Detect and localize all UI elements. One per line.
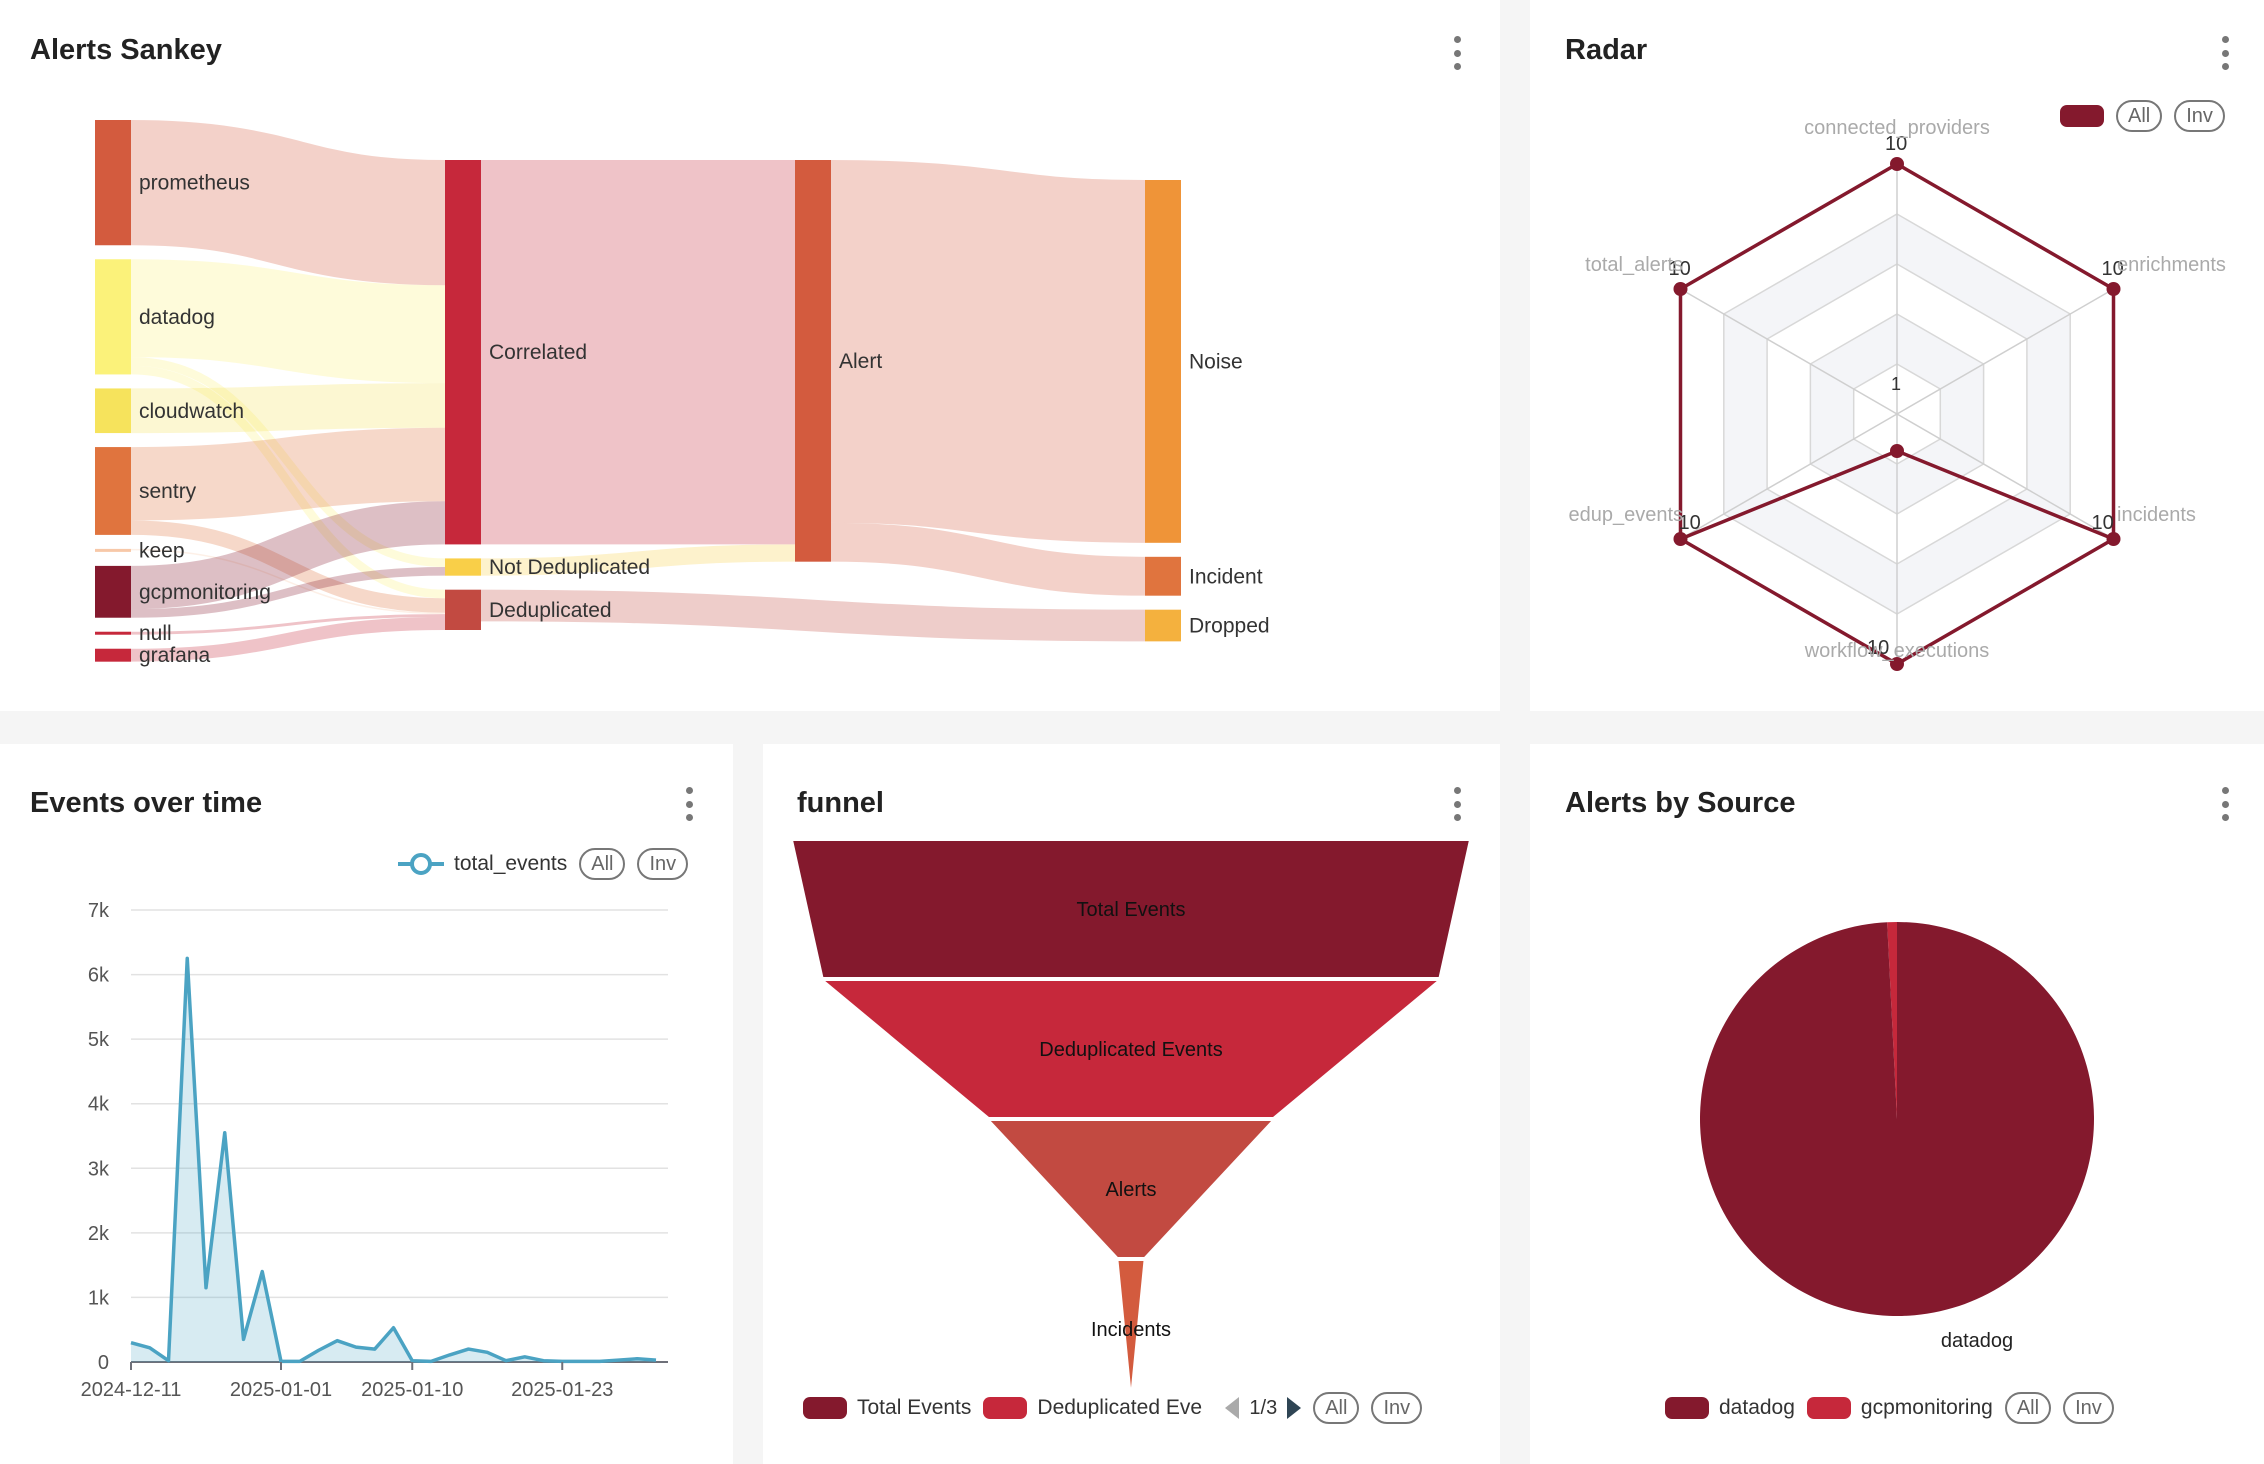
radar-indicator-label: edup_events bbox=[1568, 504, 1683, 526]
y-tick-label: 3k bbox=[88, 1158, 110, 1180]
sankey-node[interactable] bbox=[95, 565, 131, 618]
radar-indicator-label: connected_providers bbox=[1804, 117, 1990, 139]
radar-point[interactable] bbox=[1673, 282, 1688, 296]
legend-label: gcpmonitoring bbox=[1860, 1396, 1993, 1419]
radar-indicator-label: incidents bbox=[2117, 504, 2196, 526]
y-tick-label: 5k bbox=[88, 1029, 110, 1051]
funnel-stage-label: Alerts bbox=[1105, 1179, 1156, 1201]
sankey-node-label: Alert bbox=[839, 350, 882, 373]
events-line-chart: 0 1k 2k 3k 4k 5k 6k 7k 2024-12-11 2025-01-01 2025-… bbox=[81, 900, 668, 1401]
x-tick-label: 2025-01-01 bbox=[230, 1379, 332, 1401]
radar-card: Radar All Inv 10 10 10 10 10 10 1 connected_pro… bbox=[1530, 0, 2264, 711]
sankey-node[interactable] bbox=[445, 589, 481, 630]
sankey-node[interactable] bbox=[95, 447, 131, 535]
legend-swatch bbox=[983, 1397, 1028, 1419]
sankey-node-label: Incident bbox=[1189, 565, 1263, 588]
sankey-node-label: sentry bbox=[139, 480, 197, 503]
sankey-node-label: null bbox=[139, 622, 172, 645]
pie-chart: datadog bbox=[1699, 922, 2094, 1352]
sankey-node-label: Deduplicated bbox=[489, 599, 612, 622]
events-over-time-card: Events over time total_events All Inv 01… bbox=[0, 744, 733, 1464]
legend-item-deduplicated-events[interactable]: Deduplicated Events bbox=[983, 1396, 1203, 1420]
legend-label: Deduplicated Events bbox=[1037, 1396, 1203, 1419]
legend-inverse-button[interactable]: Inv bbox=[1371, 1392, 1423, 1424]
radar-chart: 1010101010101connected_providersenrichme… bbox=[1568, 117, 2226, 671]
sankey-node[interactable] bbox=[95, 548, 131, 552]
legend-swatch bbox=[1806, 1397, 1851, 1419]
sankey-link[interactable] bbox=[830, 522, 1146, 596]
area-fill bbox=[131, 958, 656, 1362]
legend-item-total-events[interactable]: Total Events bbox=[803, 1396, 971, 1420]
legend-all-button[interactable]: All bbox=[1313, 1392, 1360, 1424]
pie-slice-label: datadog bbox=[1941, 1330, 2013, 1352]
radar-indicator-label: enrichments bbox=[2117, 254, 2226, 276]
y-tick-label: 0 bbox=[98, 1352, 109, 1374]
prev-page-icon[interactable] bbox=[1225, 1397, 1240, 1419]
sankey-node[interactable] bbox=[1145, 609, 1181, 642]
sankey-node[interactable] bbox=[795, 160, 831, 562]
pager-text: 1/3 bbox=[1249, 1396, 1278, 1419]
sankey-node[interactable] bbox=[95, 388, 131, 434]
sankey-node[interactable] bbox=[1145, 180, 1181, 543]
legend-all-button[interactable]: All bbox=[2004, 1392, 2052, 1424]
funnel-stage-label: Total Events bbox=[1077, 899, 1186, 921]
y-tick-label: 7k bbox=[88, 900, 110, 922]
radar-point[interactable] bbox=[1890, 444, 1904, 458]
sankey-node-label: datadog bbox=[139, 306, 215, 329]
sankey-node[interactable] bbox=[95, 648, 131, 662]
sankey-node[interactable] bbox=[95, 631, 131, 635]
radar-point[interactable] bbox=[1890, 157, 1904, 171]
y-tick-label: 2k bbox=[88, 1223, 110, 1245]
legend-inverse-button[interactable]: Inv bbox=[2063, 1392, 2114, 1424]
funnel-legend: Total Events Deduplicated Events 1/3 All… bbox=[803, 1392, 1423, 1424]
pie-legend: datadog gcpmonitoring All Inv bbox=[1665, 1392, 2114, 1424]
legend-swatch bbox=[803, 1397, 847, 1419]
radar-indicator-label: workflow_executions bbox=[1804, 640, 1990, 662]
legend-item-datadog[interactable]: datadog bbox=[1665, 1396, 1795, 1420]
funnel-stage-label: Incidents bbox=[1091, 1319, 1171, 1341]
legend-label: datadog bbox=[1719, 1396, 1795, 1419]
y-tick-label: 1k bbox=[88, 1287, 110, 1309]
radar-point[interactable] bbox=[2106, 532, 2121, 546]
sankey-node-label: Correlated bbox=[489, 341, 587, 364]
funnel-stage-label: Deduplicated Events bbox=[1039, 1039, 1222, 1061]
sankey-node-label: Noise bbox=[1189, 350, 1243, 373]
sankey-node[interactable] bbox=[445, 160, 481, 545]
sankey-node-label: keep bbox=[139, 539, 185, 562]
radar-point[interactable] bbox=[2106, 282, 2121, 296]
sankey-node[interactable] bbox=[95, 120, 131, 246]
sankey-node-label: grafana bbox=[139, 644, 211, 667]
sankey-node-label: Not Deduplicated bbox=[489, 556, 650, 579]
y-tick-label: 4k bbox=[88, 1094, 110, 1116]
sankey-links bbox=[130, 120, 1146, 662]
sankey-node-label: prometheus bbox=[139, 172, 250, 195]
sankey-node[interactable] bbox=[445, 558, 481, 576]
legend-item-gcpmonitoring[interactable]: gcpmonitoring bbox=[1806, 1396, 1993, 1420]
sankey-node-label: cloudwatch bbox=[139, 400, 244, 423]
radar-value-label: 10 bbox=[2092, 512, 2114, 534]
sankey-node-label: gcpmonitoring bbox=[139, 581, 271, 604]
sankey-chart: prometheus datadog cloudwatch sentry keep gcp… bbox=[95, 120, 1270, 667]
radar-center-label: 1 bbox=[1891, 374, 1901, 394]
alerts-sankey-card: Alerts Sankey prometheus datadog cloudwatc… bbox=[0, 0, 1500, 711]
legend-label: Total Events bbox=[857, 1396, 972, 1419]
sankey-node[interactable] bbox=[1145, 556, 1181, 596]
radar-point[interactable] bbox=[1673, 532, 1688, 546]
legend-pager: 1/3 bbox=[1225, 1396, 1302, 1420]
x-tick-label: 2025-01-23 bbox=[511, 1379, 613, 1401]
x-tick-label: 2025-01-10 bbox=[361, 1379, 463, 1401]
funnel-card: funnel Total Events Deduplicated Events Al… bbox=[763, 744, 1500, 1464]
alerts-by-source-card: Alerts by Source datadog datadog gcpmoni… bbox=[1530, 744, 2264, 1464]
sankey-node-label: Dropped bbox=[1189, 615, 1270, 638]
next-page-icon[interactable] bbox=[1287, 1397, 1302, 1419]
funnel-chart: Total Events Deduplicated Events Alerts Inc… bbox=[790, 839, 1472, 1399]
radar-indicator-label: total_alerts bbox=[1585, 254, 1683, 276]
y-tick-label: 6k bbox=[88, 965, 110, 987]
x-tick-label: 2024-12-11 bbox=[81, 1379, 182, 1401]
pie-slice[interactable] bbox=[1699, 922, 2094, 1316]
sankey-node[interactable] bbox=[95, 259, 131, 375]
legend-swatch bbox=[1665, 1397, 1709, 1419]
